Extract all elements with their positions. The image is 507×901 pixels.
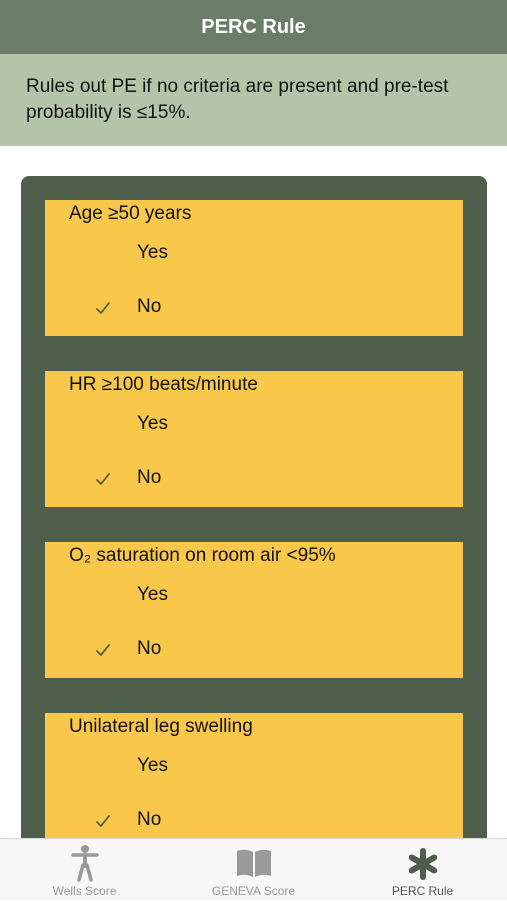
info-banner: Rules out PE if no criteria are present …: [0, 54, 507, 146]
option-label: No: [137, 809, 162, 830]
option-label: Yes: [137, 755, 168, 776]
tab-bar: Wells Score GENEVA Score PERC Rule: [0, 838, 507, 900]
option-label: Yes: [137, 584, 168, 605]
option-yes[interactable]: Yes: [45, 755, 463, 785]
criterion-title: Age ≥50 years: [69, 203, 192, 224]
criterion-card-age: Age ≥50 years Yes No: [45, 200, 463, 336]
criterion-title: HR ≥100 beats/minute: [69, 374, 258, 395]
person-icon: [70, 845, 99, 882]
option-no[interactable]: No: [45, 638, 463, 668]
checkmark-icon: [96, 473, 110, 485]
book-icon: [236, 849, 271, 877]
asterisk-icon: [408, 848, 437, 880]
info-text: Rules out PE if no criteria are present …: [26, 76, 449, 123]
tab-label: Wells Score: [52, 884, 117, 898]
option-no[interactable]: No: [45, 467, 463, 497]
option-yes[interactable]: Yes: [45, 242, 463, 272]
page-title: PERC Rule: [201, 15, 306, 38]
criteria-panel: Age ≥50 years Yes No HR ≥100 beats/minut…: [21, 176, 487, 856]
tab-perc-rule[interactable]: PERC Rule: [338, 839, 507, 901]
tab-label: PERC Rule: [391, 884, 454, 898]
option-yes[interactable]: Yes: [45, 413, 463, 443]
option-label: No: [137, 296, 162, 317]
option-label: Yes: [137, 242, 168, 263]
option-label: Yes: [137, 413, 168, 434]
option-no[interactable]: No: [45, 296, 463, 326]
tab-geneva-score[interactable]: GENEVA Score: [169, 839, 338, 901]
option-label: No: [137, 467, 162, 488]
tab-wells-score[interactable]: Wells Score: [0, 839, 169, 901]
criterion-card-o2: O₂ saturation on room air <95% Yes No: [45, 542, 463, 678]
tab-label: GENEVA Score: [211, 884, 296, 898]
option-yes[interactable]: Yes: [45, 584, 463, 614]
checkmark-icon: [96, 302, 110, 314]
checkmark-icon: [96, 815, 110, 827]
option-label: No: [137, 638, 162, 659]
checkmark-icon: [96, 644, 110, 656]
criterion-card-hr: HR ≥100 beats/minute Yes No: [45, 371, 463, 507]
criterion-title: O₂ saturation on room air <95%: [69, 545, 336, 566]
option-no[interactable]: No: [45, 809, 463, 839]
navigation-bar: PERC Rule: [0, 0, 507, 54]
criterion-card-leg-swelling: Unilateral leg swelling Yes No: [45, 713, 463, 849]
criterion-title: Unilateral leg swelling: [69, 716, 253, 737]
